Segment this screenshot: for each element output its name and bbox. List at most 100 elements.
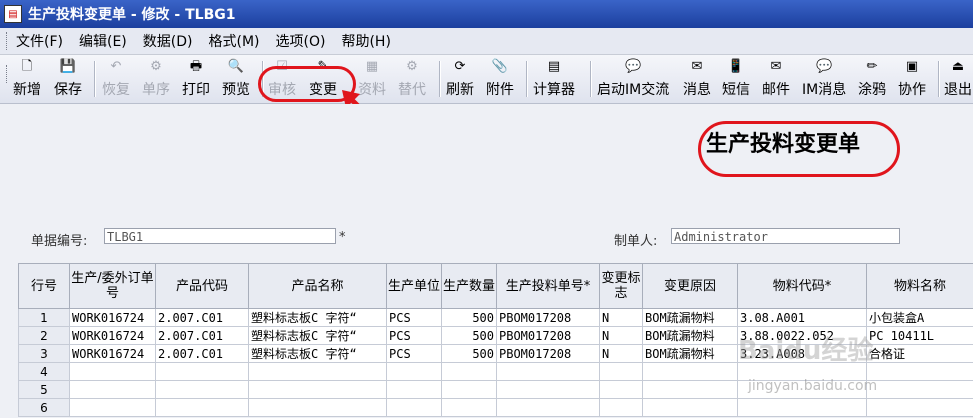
grid-cell[interactable]: PCS: [386, 326, 442, 345]
creator-field[interactable]: Administrator: [671, 228, 900, 244]
grid-cell[interactable]: 3.08.A001: [737, 308, 867, 327]
grid-cell[interactable]: [441, 380, 497, 399]
row-number[interactable]: 1: [18, 308, 70, 327]
col-header[interactable]: 产品代码: [155, 263, 249, 309]
sequence-button[interactable]: ⚙ 单序: [142, 59, 170, 99]
grid-cell[interactable]: [441, 398, 497, 417]
col-header[interactable]: 变更标志: [599, 263, 643, 309]
table-row[interactable]: 4: [18, 362, 973, 381]
menu-edit[interactable]: 编辑(E): [79, 31, 127, 51]
row-number[interactable]: 4: [18, 362, 70, 381]
sms-button[interactable]: 📱 短信: [722, 59, 750, 99]
grid-cell[interactable]: BOM疏漏物料: [642, 326, 738, 345]
table-row[interactable]: 2 WORK016724 2.007.C01 塑料标志板C 字符“ PCS 50…: [18, 326, 973, 345]
grid-cell[interactable]: [866, 380, 973, 399]
grid-cell[interactable]: [496, 380, 600, 399]
grid-cell[interactable]: 塑料标志板C 字符“: [248, 344, 387, 363]
grid-cell[interactable]: [248, 362, 387, 381]
grid-cell[interactable]: WORK016724: [69, 326, 156, 345]
grid-cell[interactable]: [642, 362, 738, 381]
grid-cell[interactable]: 合格证: [866, 344, 973, 363]
grid-cell[interactable]: [69, 398, 156, 417]
grid-cell[interactable]: [69, 380, 156, 399]
grid-cell[interactable]: [866, 362, 973, 381]
grid-cell[interactable]: PC 10411L: [866, 326, 973, 345]
save-button[interactable]: 💾 保存: [54, 59, 82, 99]
grid-cell[interactable]: [386, 398, 442, 417]
grid-cell[interactable]: 塑料标志板C 字符“: [248, 326, 387, 345]
grid-cell[interactable]: [642, 380, 738, 399]
menu-file[interactable]: 文件(F): [16, 31, 63, 51]
menu-format[interactable]: 格式(M): [208, 31, 259, 51]
grid-cell[interactable]: 2.007.C01: [155, 326, 249, 345]
im-message-button[interactable]: 💬 IM消息: [802, 59, 846, 99]
mail-button[interactable]: ✉ 邮件: [762, 59, 790, 99]
start-im-button[interactable]: 💬 启动IM交流: [597, 59, 669, 99]
exit-button[interactable]: ⏏ 退出: [944, 59, 972, 99]
menu-options[interactable]: 选项(O): [276, 31, 326, 51]
grid-cell[interactable]: PBOM017208: [496, 344, 600, 363]
calculator-button[interactable]: ▤ 计算器: [533, 59, 575, 99]
grid-cell[interactable]: [599, 398, 643, 417]
grid-cell[interactable]: N: [599, 308, 643, 327]
new-button[interactable]: 🗋 新增: [13, 59, 41, 99]
col-header[interactable]: 生产/委外订单号: [69, 263, 156, 309]
grid-cell[interactable]: [599, 380, 643, 399]
grid-cell[interactable]: [155, 380, 249, 399]
grid-cell[interactable]: 2.007.C01: [155, 308, 249, 327]
col-header[interactable]: 变更原因: [642, 263, 738, 309]
grid-cell[interactable]: [155, 362, 249, 381]
doodle-button[interactable]: ✏ 涂鸦: [858, 59, 886, 99]
grid-cell[interactable]: [642, 398, 738, 417]
grid-cell[interactable]: [737, 398, 867, 417]
col-header[interactable]: 生产单位: [386, 263, 442, 309]
grid-cell[interactable]: PBOM017208: [496, 308, 600, 327]
col-header[interactable]: 生产投料单号*: [496, 263, 600, 309]
row-number[interactable]: 6: [18, 398, 70, 417]
restore-button[interactable]: ↶ 恢复: [102, 59, 130, 99]
grid-cell[interactable]: [69, 362, 156, 381]
grid-cell[interactable]: [737, 362, 867, 381]
grid-cell[interactable]: PCS: [386, 308, 442, 327]
message-button[interactable]: ✉ 消息: [683, 59, 711, 99]
grid-cell[interactable]: 小包装盒A: [866, 308, 973, 327]
grid-cell[interactable]: 2.007.C01: [155, 344, 249, 363]
grid-cell[interactable]: 500: [441, 344, 497, 363]
grid-cell[interactable]: [599, 362, 643, 381]
replace-button[interactable]: ⚙ 替代: [398, 59, 426, 99]
row-number[interactable]: 5: [18, 380, 70, 399]
grid-cell[interactable]: [248, 380, 387, 399]
grid-cell[interactable]: BOM疏漏物料: [642, 344, 738, 363]
collaborate-button[interactable]: ▣ 协作: [898, 59, 926, 99]
grid-cell[interactable]: [737, 380, 867, 399]
refresh-button[interactable]: ⟳ 刷新: [446, 59, 474, 99]
grid-cell[interactable]: [248, 398, 387, 417]
grid-cell[interactable]: [386, 362, 442, 381]
grid-cell[interactable]: 塑料标志板C 字符“: [248, 308, 387, 327]
col-header[interactable]: 物料名称: [866, 263, 973, 309]
grid-cell[interactable]: 500: [441, 308, 497, 327]
attachment-button[interactable]: 📎 附件: [486, 59, 514, 99]
row-number[interactable]: 2: [18, 326, 70, 345]
print-button[interactable]: 🖶 打印: [182, 59, 210, 99]
menu-data[interactable]: 数据(D): [143, 31, 193, 51]
grid-cell[interactable]: N: [599, 344, 643, 363]
col-header[interactable]: 物料代码*: [737, 263, 867, 309]
grid-cell[interactable]: BOM疏漏物料: [642, 308, 738, 327]
preview-button[interactable]: 🔍 预览: [222, 59, 250, 99]
grid-cell[interactable]: [441, 362, 497, 381]
grid-cell[interactable]: [496, 398, 600, 417]
grid-cell[interactable]: WORK016724: [69, 308, 156, 327]
row-number[interactable]: 3: [18, 344, 70, 363]
grid-cell[interactable]: N: [599, 326, 643, 345]
col-header[interactable]: 产品名称: [248, 263, 387, 309]
col-header[interactable]: 生产数量: [441, 263, 497, 309]
grid-cell[interactable]: PCS: [386, 344, 442, 363]
table-row[interactable]: 6: [18, 398, 973, 417]
grid-cell[interactable]: PBOM017208: [496, 326, 600, 345]
grid-cell[interactable]: [496, 362, 600, 381]
table-row[interactable]: 5: [18, 380, 973, 399]
grid-cell[interactable]: 500: [441, 326, 497, 345]
grid-cell[interactable]: WORK016724: [69, 344, 156, 363]
grid-cell[interactable]: 3.23.A008: [737, 344, 867, 363]
